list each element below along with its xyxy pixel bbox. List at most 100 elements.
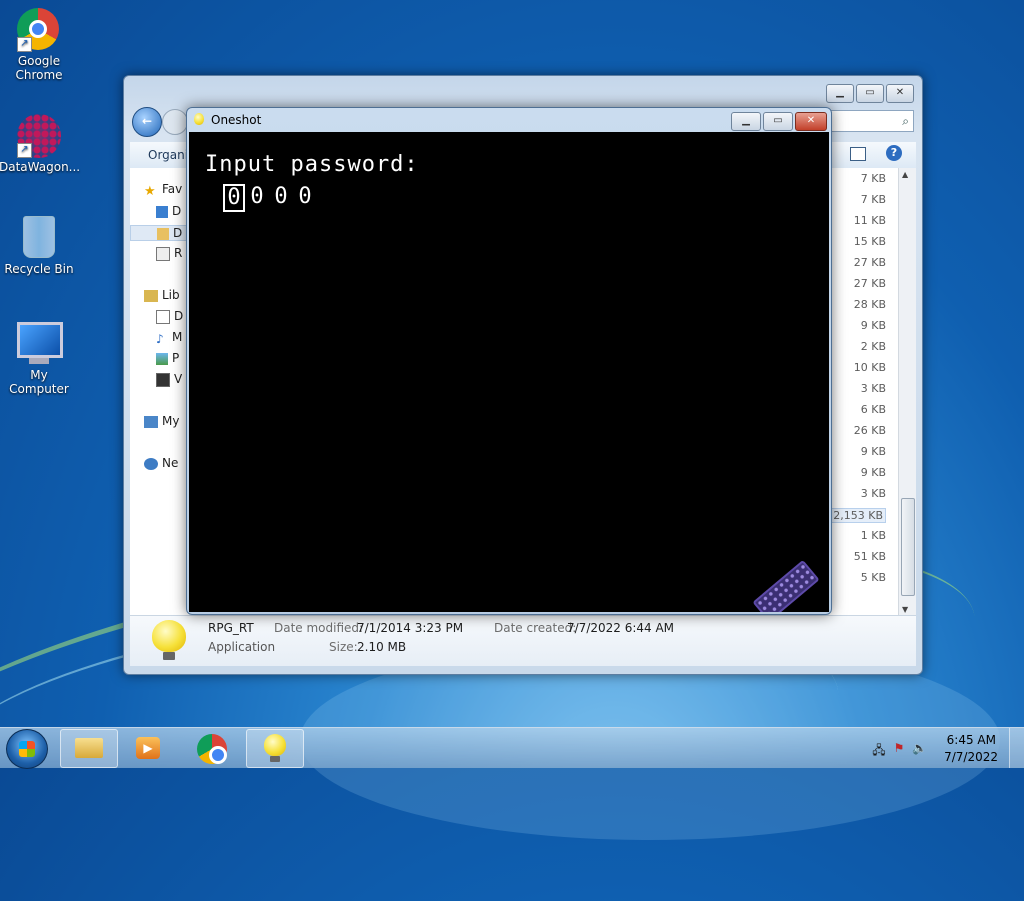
file-size-cell[interactable]: 9 KB bbox=[861, 445, 886, 458]
taskbar: ▶ 🖧 ⚑ 🔈 6:45 AM 7/7/2022 bbox=[0, 727, 1024, 769]
password-digit-3[interactable]: 0 bbox=[271, 184, 291, 210]
file-size-cell[interactable]: 28 KB bbox=[854, 298, 886, 311]
minimize-button[interactable]: ▁ bbox=[731, 112, 761, 131]
scroll-down-arrow-icon[interactable]: ▼ bbox=[902, 605, 908, 614]
nav-libraries[interactable]: Lib bbox=[144, 288, 180, 302]
nav-music[interactable]: ♪ M bbox=[156, 330, 182, 344]
downloads-folder-icon bbox=[157, 227, 169, 240]
file-name: RPG_RT bbox=[208, 621, 254, 635]
desktop-icon-chrome[interactable]: ↗ Google Chrome bbox=[0, 8, 79, 82]
file-size-cell[interactable]: 11 KB bbox=[854, 214, 886, 227]
close-button[interactable]: ✕ bbox=[795, 112, 827, 131]
file-size-cell[interactable]: 1 KB bbox=[861, 529, 886, 542]
desktop-folder-icon bbox=[156, 205, 168, 218]
scroll-thumb[interactable] bbox=[901, 498, 915, 596]
nav-desktop[interactable]: D bbox=[156, 204, 181, 218]
desktop-icon-recycle-bin[interactable]: Recycle Bin bbox=[0, 216, 79, 276]
file-size-cell[interactable]: 9 KB bbox=[861, 319, 886, 332]
computer-icon bbox=[144, 415, 158, 428]
network-tray-icon[interactable]: 🖧 bbox=[872, 741, 886, 757]
clock-time[interactable]: 6:45 AM bbox=[947, 733, 996, 747]
desktop-icon-label: DataWagon... bbox=[0, 160, 81, 174]
taskbar-oneshot-button[interactable] bbox=[246, 729, 304, 768]
libraries-icon bbox=[144, 289, 158, 302]
nav-network[interactable]: Ne bbox=[144, 456, 178, 470]
file-type: Application bbox=[208, 640, 276, 654]
file-size-cell[interactable]: 3 KB bbox=[861, 487, 886, 500]
file-size-cell[interactable]: 5 KB bbox=[861, 571, 886, 584]
size-value: 2.10 MB bbox=[357, 640, 407, 654]
file-size-cell[interactable]: 6 KB bbox=[861, 403, 886, 416]
nav-documents[interactable]: D bbox=[156, 309, 183, 324]
start-button[interactable] bbox=[6, 729, 48, 769]
desktop-icon-label: My Computer bbox=[9, 368, 69, 396]
nav-recent[interactable]: R bbox=[156, 246, 182, 261]
scroll-up-arrow-icon[interactable]: ▲ bbox=[902, 170, 908, 179]
taskbar-media-player-button[interactable]: ▶ bbox=[122, 729, 178, 766]
date-created-label: Date created: bbox=[494, 621, 577, 635]
close-button[interactable]: ✕ bbox=[886, 84, 914, 103]
organize-button[interactable]: Organi bbox=[148, 148, 188, 162]
documents-icon bbox=[156, 309, 170, 324]
file-size-cell[interactable]: 9 KB bbox=[861, 466, 886, 479]
file-bulb-base-icon bbox=[163, 652, 175, 660]
volume-icon[interactable]: 🔈 bbox=[912, 741, 927, 755]
folder-icon bbox=[75, 738, 103, 758]
help-icon[interactable]: ? bbox=[886, 145, 902, 161]
star-icon: ★ bbox=[144, 183, 156, 197]
desktop-icon-label: Google Chrome bbox=[15, 54, 63, 82]
password-digit-2[interactable]: 0 bbox=[247, 184, 267, 210]
action-center-flag-icon[interactable]: ⚑ bbox=[892, 741, 906, 755]
clock-date[interactable]: 7/7/2022 bbox=[944, 750, 998, 764]
forward-button[interactable] bbox=[162, 109, 188, 135]
desktop-icon-datawagon[interactable]: ↗ DataWagon... bbox=[0, 114, 81, 174]
file-size-cell[interactable]: 7 KB bbox=[861, 172, 886, 185]
preview-pane-icon[interactable] bbox=[850, 147, 866, 161]
date-modified-label: Date modified: bbox=[274, 621, 364, 635]
file-size-cell[interactable]: 10 KB bbox=[854, 361, 886, 374]
file-size-cell[interactable]: 27 KB bbox=[854, 277, 886, 290]
minimize-button[interactable]: ▁ bbox=[826, 84, 854, 103]
nav-videos[interactable]: V bbox=[156, 372, 182, 387]
chrome-icon bbox=[197, 734, 227, 764]
file-size-cell[interactable]: 2,153 KB bbox=[830, 508, 886, 523]
nav-favorites[interactable]: ★ Fav bbox=[144, 182, 182, 196]
pictures-icon bbox=[156, 352, 168, 365]
file-size-cell[interactable]: 15 KB bbox=[854, 235, 886, 248]
back-button[interactable]: ← bbox=[132, 107, 162, 137]
file-list-scrollbar[interactable]: ▲ ▼ bbox=[898, 168, 916, 616]
nav-pictures[interactable]: P bbox=[156, 351, 179, 365]
shortcut-arrow-icon: ↗ bbox=[17, 143, 32, 158]
media-player-icon: ▶ bbox=[136, 737, 160, 759]
nav-downloads[interactable]: D bbox=[130, 225, 190, 241]
file-size-cell[interactable]: 51 KB bbox=[854, 550, 886, 563]
navigation-pane: ★ Fav D D R Lib D ♪ M P V My Ne bbox=[130, 168, 190, 616]
file-size-cell[interactable]: 3 KB bbox=[861, 382, 886, 395]
my-computer-icon bbox=[17, 322, 63, 366]
file-size-cell[interactable]: 26 KB bbox=[854, 424, 886, 437]
file-size-cell[interactable]: 7 KB bbox=[861, 193, 886, 206]
oneshot-bulb-base-icon bbox=[270, 756, 280, 762]
taskbar-chrome-button[interactable] bbox=[184, 729, 240, 766]
music-icon: ♪ bbox=[156, 331, 164, 345]
remote-item-icon bbox=[752, 559, 820, 612]
show-desktop-button[interactable] bbox=[1009, 728, 1024, 768]
password-digit-4[interactable]: 0 bbox=[295, 184, 315, 210]
recent-places-icon bbox=[156, 246, 170, 261]
file-size-cell[interactable]: 2 KB bbox=[861, 340, 886, 353]
desktop-icon-my-computer[interactable]: My Computer bbox=[0, 322, 79, 396]
desktop-icon-label: Recycle Bin bbox=[4, 262, 74, 276]
game-canvas[interactable]: Input password: 0 0 0 0 bbox=[189, 132, 829, 612]
nav-computer[interactable]: My bbox=[144, 414, 179, 428]
file-bulb-icon bbox=[152, 620, 186, 652]
system-tray: 🖧 ⚑ 🔈 6:45 AM 7/7/2022 bbox=[854, 728, 1024, 768]
taskbar-explorer-button[interactable] bbox=[60, 729, 118, 768]
file-size-cell[interactable]: 27 KB bbox=[854, 256, 886, 269]
maximize-button[interactable]: ▭ bbox=[856, 84, 884, 103]
maximize-button[interactable]: ▭ bbox=[763, 112, 793, 131]
password-prompt: Input password: bbox=[205, 152, 419, 177]
oneshot-window[interactable]: Oneshot ▁ ▭ ✕ Input password: 0 0 0 0 bbox=[186, 107, 832, 615]
password-digit-1[interactable]: 0 bbox=[223, 184, 245, 212]
videos-icon bbox=[156, 372, 170, 387]
size-label: Size: bbox=[329, 640, 358, 654]
